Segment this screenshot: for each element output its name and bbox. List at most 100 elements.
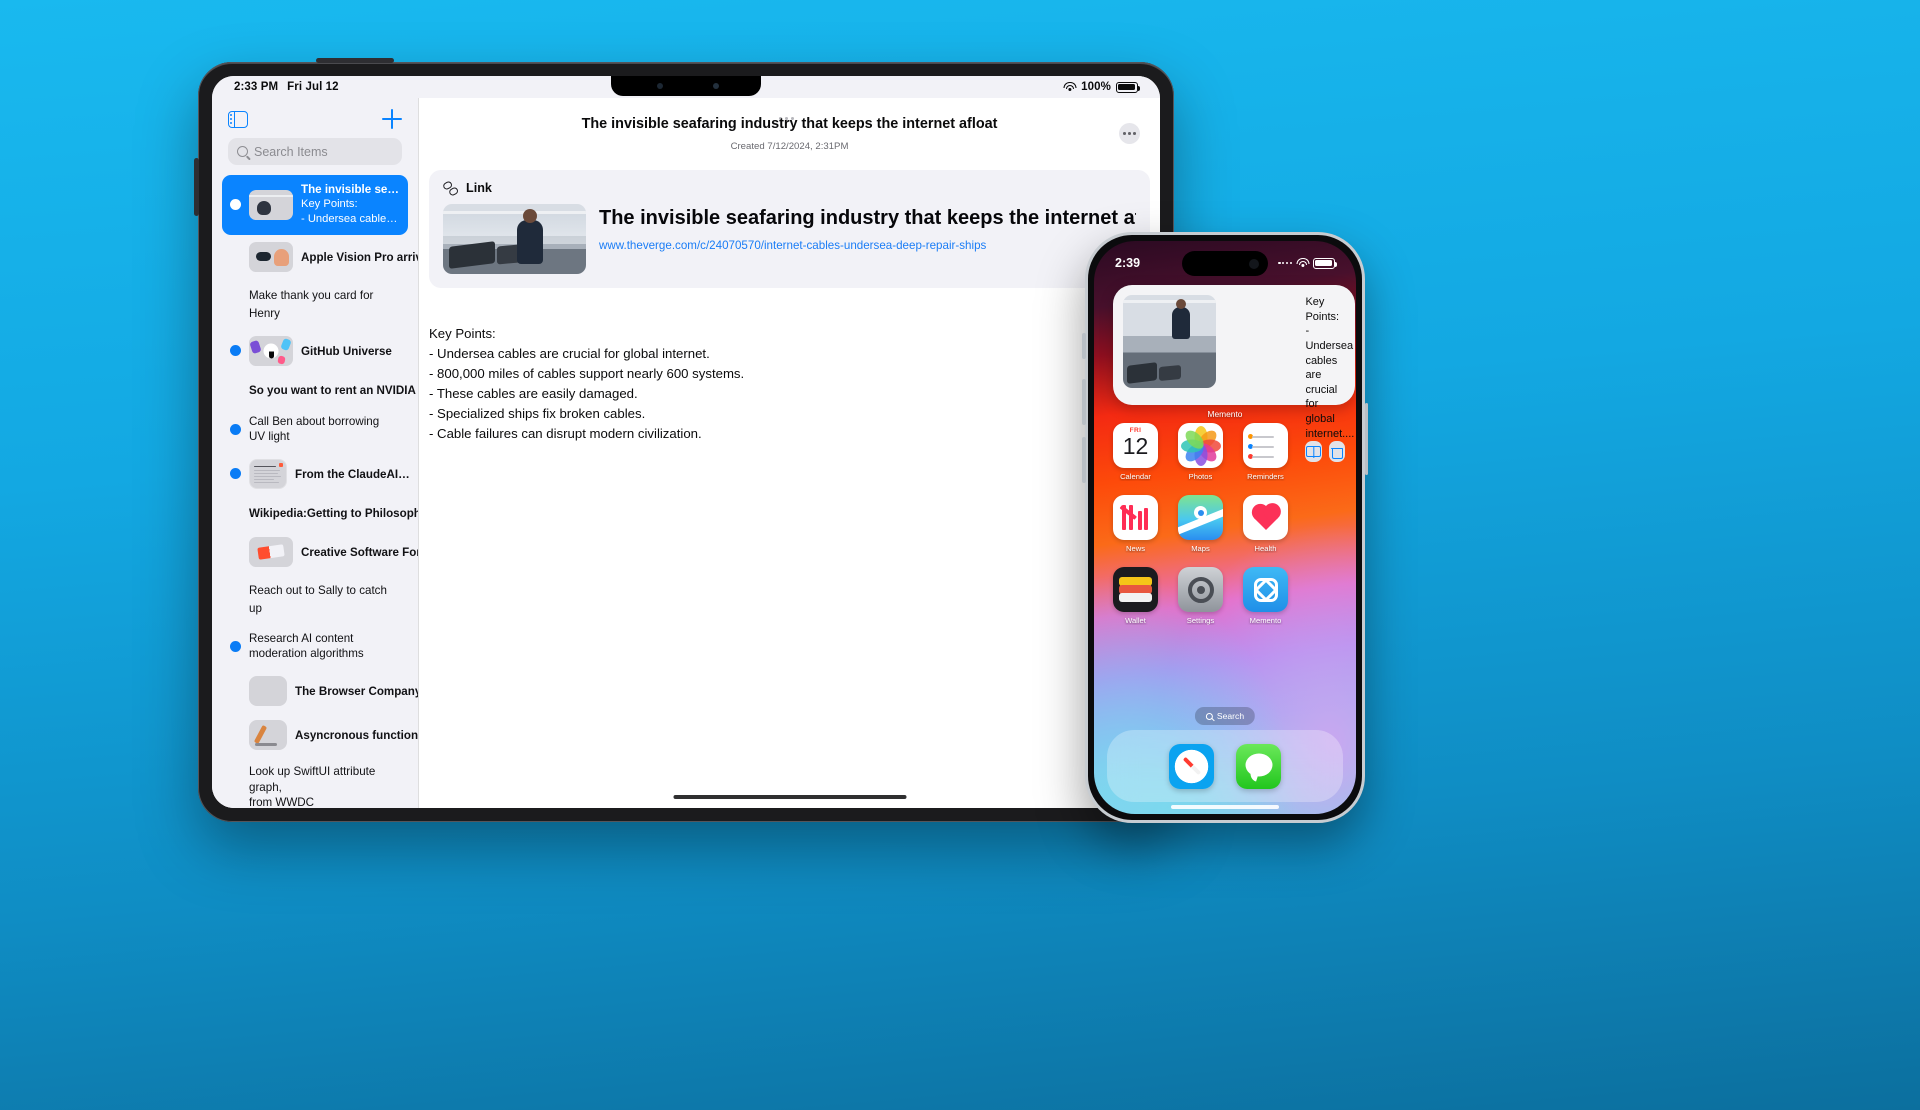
app-label: Photos (1188, 472, 1213, 481)
status-time: 2:39 (1115, 256, 1141, 270)
app-label: Maps (1191, 544, 1210, 553)
list-item[interactable]: Wikipedia:Getting to Philosophy (222, 496, 418, 530)
memento-icon (1243, 567, 1288, 612)
app-memento[interactable]: Memento (1243, 567, 1288, 625)
calendar-day: 12 (1122, 433, 1149, 459)
ipad-volume-button[interactable] (194, 158, 199, 216)
app-photos[interactable]: Photos (1178, 423, 1223, 481)
read-dot-icon (230, 507, 241, 518)
iphone-screen: 2:39 The invisible seafaring industr... … (1094, 241, 1356, 814)
list-item[interactable]: The invisible seafa… Key Points: - Under… (222, 175, 408, 235)
iphone-status-bar: 2:39 (1094, 252, 1356, 274)
settings-icon (1178, 567, 1223, 612)
list-item[interactable]: Reach out to Sally to catch up (222, 574, 408, 624)
safari-icon[interactable] (1169, 743, 1214, 789)
item-thumbnail (249, 676, 287, 707)
unread-dot-icon (230, 468, 241, 480)
reminders-icon (1243, 423, 1288, 468)
list-item-title: Call Ben about borrowing (249, 414, 380, 428)
ipad-power-button[interactable] (316, 58, 394, 63)
list-item[interactable]: Creative Software For… (222, 530, 418, 574)
list-item[interactable]: So you want to rent an NVIDIA H… (222, 373, 418, 407)
search-icon (237, 146, 248, 157)
ipad-device: 2:33 PM Fri Jul 12 100% Search Items The… (194, 58, 1178, 822)
sidebar: The invisible seafa… Key Points: - Under… (212, 98, 419, 808)
list-item-line2: moderation algorithms (249, 647, 364, 661)
link-card[interactable]: Link The invisible seafaring industry th… (429, 170, 1150, 288)
app-reminders[interactable]: Reminders (1243, 423, 1288, 481)
photos-icon (1178, 423, 1223, 468)
home-indicator[interactable] (673, 795, 906, 799)
widget-right-column: Key Points: - Undersea cables are crucia… (1305, 295, 1354, 463)
created-timestamp: Created 7/12/2024, 2:31PM (730, 141, 849, 152)
search-label: Search (1216, 711, 1245, 721)
iphone-volume-up-button[interactable] (1082, 379, 1086, 425)
unread-dot-icon (230, 640, 241, 652)
read-dot-icon (230, 251, 241, 262)
detail-header: The invisible seafaring industry that ke… (419, 110, 1160, 152)
list-item[interactable]: From the ClaudeAI… (222, 452, 410, 496)
app-health[interactable]: Health (1243, 495, 1288, 553)
read-dot-icon (230, 686, 241, 697)
list-item-title: The invisible seafa… (301, 183, 400, 196)
item-thumbnail (249, 720, 287, 751)
memento-widget[interactable]: The invisible seafaring industr... Key P… (1113, 285, 1355, 463)
front-camera-icon (657, 83, 663, 89)
link-url[interactable]: www.theverge.com/c/24070570/internet-cab… (599, 239, 1136, 252)
app-news[interactable]: News (1113, 495, 1158, 553)
link-card-header: Link (442, 179, 1136, 197)
app-grid: FRI 12 Calendar Photos Reminders News Ma… (1113, 423, 1337, 625)
list-item-title: Research AI content (249, 631, 354, 645)
list-item[interactable]: The Browser Company (222, 669, 418, 713)
wifi-icon (1296, 258, 1309, 268)
app-label: Calendar (1120, 472, 1151, 481)
list-item[interactable]: Call Ben about borrowing UV light (222, 407, 408, 452)
search-icon (1205, 712, 1213, 720)
list-item-title: Look up SwiftUI attribute graph, (249, 765, 376, 794)
home-screen-search-button[interactable]: Search (1194, 707, 1256, 725)
read-dot-icon (230, 593, 241, 604)
more-options-icon[interactable] (1119, 123, 1140, 144)
list-item[interactable]: Asyncronous function… (222, 713, 418, 757)
iphone-volume-down-button[interactable] (1082, 437, 1086, 483)
unread-dot-icon (230, 345, 241, 357)
link-card-label: Link (466, 181, 492, 195)
wallet-icon (1113, 567, 1158, 612)
search-field[interactable] (228, 138, 402, 165)
list-item[interactable]: Apple Vision Pro arriv… (222, 235, 418, 279)
list-item[interactable]: Look up SwiftUI attribute graph, from WW… (222, 757, 408, 808)
search-input[interactable] (254, 144, 393, 159)
ipad-screen: 2:33 PM Fri Jul 12 100% Search Items The… (212, 76, 1160, 808)
sidebar-toggle-icon[interactable] (228, 110, 248, 128)
item-list[interactable]: The invisible seafa… Key Points: - Under… (212, 175, 418, 808)
home-indicator[interactable] (1171, 805, 1279, 809)
messages-icon[interactable] (1236, 743, 1281, 789)
iphone-device: 2:39 The invisible seafaring industr... … (1082, 232, 1368, 823)
battery-icon (1116, 81, 1140, 93)
unread-dot-icon (230, 199, 241, 211)
app-settings[interactable]: Settings (1178, 567, 1223, 625)
sensor-icon (713, 83, 719, 89)
plus-icon[interactable] (382, 109, 402, 129)
unread-dot-icon (230, 423, 241, 435)
list-item-line3: - Undersea cables a… (301, 213, 400, 226)
list-item[interactable]: GitHub Universe (222, 329, 408, 373)
sidebar-toolbar (212, 98, 418, 136)
app-wallet[interactable]: Wallet (1113, 567, 1158, 625)
item-thumbnail (249, 335, 293, 366)
battery-icon (1313, 257, 1337, 269)
link-card-body: The invisible seafaring industry that ke… (443, 204, 1136, 274)
list-item-title: So you want to rent an NVIDIA H… (249, 383, 418, 397)
note-body[interactable]: Key Points: - Undersea cables are crucia… (419, 288, 1160, 444)
iphone-power-button[interactable] (1364, 403, 1368, 475)
ipad-app-body: The invisible seafa… Key Points: - Under… (212, 98, 1160, 808)
list-item[interactable]: Research AI content moderation algorithm… (222, 624, 408, 669)
app-maps[interactable]: Maps (1178, 495, 1223, 553)
news-icon (1113, 495, 1158, 540)
list-item-title: Make thank you card for Henry (249, 288, 374, 320)
app-calendar[interactable]: FRI 12 Calendar (1113, 423, 1158, 481)
list-item[interactable]: Make thank you card for Henry (222, 279, 408, 329)
status-date: Fri Jul 12 (287, 81, 339, 93)
iphone-action-button[interactable] (1082, 333, 1086, 359)
page-title: The invisible seafaring industry that ke… (581, 116, 998, 132)
